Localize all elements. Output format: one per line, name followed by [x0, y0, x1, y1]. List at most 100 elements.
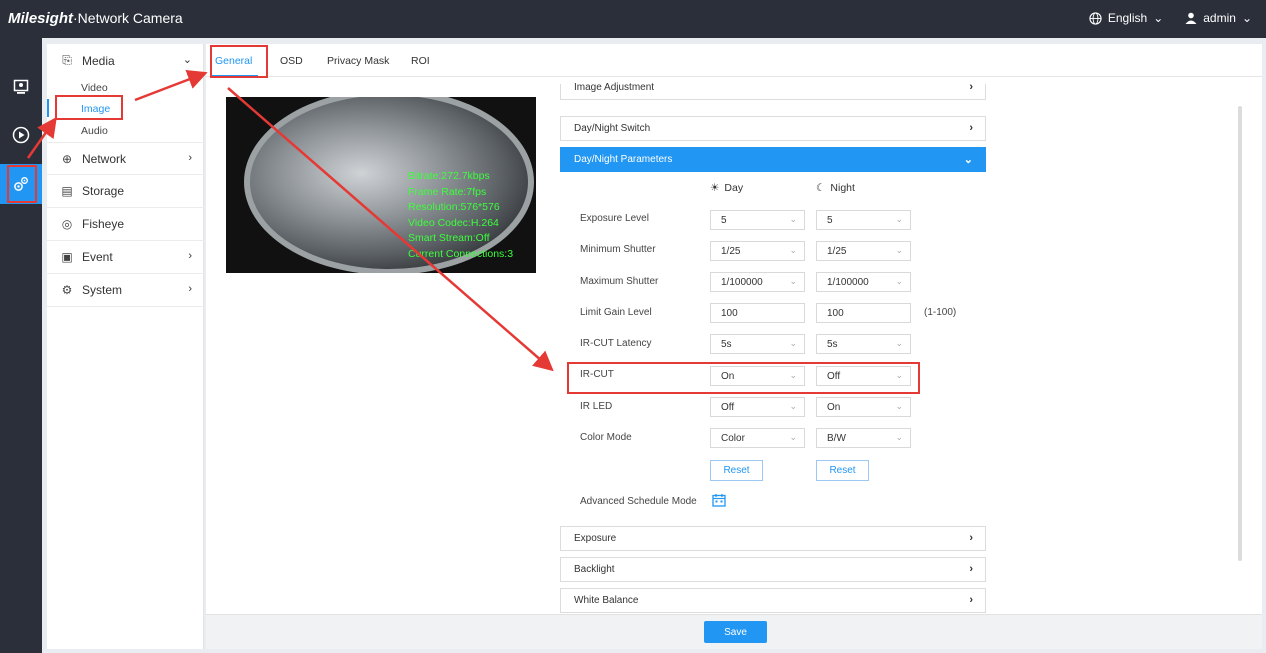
active-indicator: [47, 99, 49, 117]
chevron-down-icon: ⌄: [789, 245, 797, 255]
select-value: 1/100000: [827, 276, 869, 288]
playback-icon: [12, 126, 30, 144]
select-value: Off: [721, 401, 735, 413]
sidebar-subitem-image[interactable]: Image: [81, 103, 110, 115]
chevron-down-icon: ⌄: [895, 276, 903, 286]
sidebar-item-system[interactable]: ⚙ System ›: [47, 274, 204, 307]
exposure-level-day-select[interactable]: 5 ⌄: [710, 210, 805, 230]
section-label: Image Adjustment: [574, 82, 655, 93]
tab-bar: General OSD Privacy Mask ROI: [206, 44, 1262, 77]
calendar-icon: [712, 494, 726, 507]
day-column-header: ☀ Day: [710, 182, 743, 194]
select-value: B/W: [827, 432, 846, 444]
limit-gain-range: (1-100): [924, 307, 957, 318]
exposure-level-label: Exposure Level: [580, 213, 649, 224]
left-rail: [0, 38, 42, 653]
exposure-level-night-select[interactable]: 5 ⌄: [816, 210, 911, 230]
max-shutter-day-select[interactable]: 1/100000 ⌄: [710, 272, 805, 292]
save-button[interactable]: Save: [704, 621, 767, 643]
sidebar-subitem-audio[interactable]: Audio: [81, 125, 108, 137]
sidebar-item-network[interactable]: ⊕ Network ›: [47, 142, 204, 175]
chevron-down-icon: ⌄: [895, 432, 903, 442]
limit-gain-label: Limit Gain Level: [580, 307, 652, 318]
select-value: 5s: [827, 338, 838, 350]
tab-roi[interactable]: ROI: [411, 55, 430, 67]
top-bar: Milesight·Network Camera English ⌄ admin…: [0, 0, 1266, 38]
chevron-down-icon: ⌄: [789, 432, 797, 442]
chevron-right-icon: ›: [969, 81, 973, 93]
ircut-latency-day-select[interactable]: 5s ⌄: [710, 334, 805, 354]
osd-codec: Video Codec:H.264: [408, 216, 499, 229]
chevron-right-icon: ›: [969, 532, 973, 544]
sidebar-item-label: Event: [82, 250, 113, 264]
sidebar-item-media[interactable]: ⎘ Media ⌄: [47, 44, 204, 77]
chevron-down-icon: ⌄: [182, 54, 192, 66]
sun-icon: ☀: [710, 182, 720, 194]
ircut-day-select[interactable]: On ⌄: [710, 366, 805, 386]
sidebar-subitem-video[interactable]: Video: [81, 82, 108, 94]
tab-privacy-mask[interactable]: Privacy Mask: [327, 55, 389, 67]
schedule-calendar-button[interactable]: [712, 493, 726, 510]
section-day-night-parameters[interactable]: Day/Night Parameters ⌄: [560, 147, 986, 172]
select-value: 1/25: [827, 245, 847, 257]
section-label: Day/Night Switch: [574, 123, 651, 134]
language-selector[interactable]: English ⌄: [1089, 11, 1163, 25]
moon-icon: ☾: [816, 182, 826, 194]
chevron-right-icon: ›: [188, 283, 192, 295]
section-label: White Balance: [574, 595, 639, 606]
brand: Milesight·Network Camera: [8, 10, 183, 27]
min-shutter-day-select[interactable]: 1/25 ⌄: [710, 241, 805, 261]
settings-button[interactable]: [0, 164, 42, 204]
night-label: Night: [830, 182, 855, 194]
limit-gain-day-input[interactable]: 100: [710, 303, 805, 323]
ircut-label: IR-CUT: [580, 369, 614, 380]
section-white-balance[interactable]: White Balance ›: [560, 588, 986, 613]
sidebar-item-label: Media: [82, 53, 115, 68]
chevron-down-icon: ⌄: [789, 338, 797, 348]
max-shutter-label: Maximum Shutter: [580, 276, 659, 287]
min-shutter-label: Minimum Shutter: [580, 244, 656, 255]
chevron-down-icon: ⌄: [895, 401, 903, 411]
main-content: General OSD Privacy Mask ROI Bitrate:272…: [206, 44, 1262, 649]
color-mode-day-select[interactable]: Color ⌄: [710, 428, 805, 448]
playback-button[interactable]: [0, 115, 42, 155]
ir-led-day-select[interactable]: Off ⌄: [710, 397, 805, 417]
min-shutter-night-select[interactable]: 1/25 ⌄: [816, 241, 911, 261]
section-label: Backlight: [574, 564, 615, 575]
ircut-latency-night-select[interactable]: 5s ⌄: [816, 334, 911, 354]
advanced-schedule-label: Advanced Schedule Mode: [580, 496, 697, 507]
section-day-night-switch[interactable]: Day/Night Switch ›: [560, 116, 986, 141]
chevron-down-icon: ⌄: [789, 214, 797, 224]
brand-title: ·Network Camera: [73, 10, 183, 26]
ircut-night-select[interactable]: Off ⌄: [816, 366, 911, 386]
section-image-adjustment[interactable]: Image Adjustment ›: [560, 81, 986, 100]
sidebar-item-fisheye[interactable]: ◎ Fisheye: [47, 208, 204, 241]
color-mode-label: Color Mode: [580, 432, 632, 443]
language-label: English: [1107, 11, 1148, 25]
sidebar: ⎘ Media ⌄ Video Image Audio ⊕ Network › …: [47, 44, 204, 649]
tab-general[interactable]: General: [215, 55, 252, 67]
max-shutter-night-select[interactable]: 1/100000 ⌄: [816, 272, 911, 292]
scrollbar[interactable]: [1238, 106, 1242, 561]
live-view-button[interactable]: [0, 67, 42, 107]
reset-night-button[interactable]: Reset: [816, 460, 869, 481]
sidebar-item-label: Storage: [82, 184, 125, 198]
color-mode-night-select[interactable]: B/W ⌄: [816, 428, 911, 448]
section-label: Exposure: [574, 533, 617, 544]
video-preview[interactable]: Bitrate:272.7kbps Frame Rate:7fps Resolu…: [226, 97, 536, 273]
night-column-header: ☾ Night: [816, 182, 855, 194]
select-value: 5: [721, 214, 727, 226]
day-label: Day: [724, 182, 744, 194]
limit-gain-night-input[interactable]: 100: [816, 303, 911, 323]
chevron-right-icon: ›: [188, 250, 192, 262]
reset-day-button[interactable]: Reset: [710, 460, 763, 481]
tab-osd[interactable]: OSD: [280, 55, 303, 67]
section-backlight[interactable]: Backlight ›: [560, 557, 986, 582]
brand-logo: Milesight: [8, 10, 74, 27]
ir-led-night-select[interactable]: On ⌄: [816, 397, 911, 417]
sidebar-item-storage[interactable]: ▤ Storage: [47, 175, 204, 208]
select-value: Off: [827, 370, 841, 382]
sidebar-item-event[interactable]: ▣ Event ›: [47, 241, 204, 274]
section-exposure[interactable]: Exposure ›: [560, 526, 986, 551]
user-menu[interactable]: admin ⌄: [1185, 11, 1252, 25]
